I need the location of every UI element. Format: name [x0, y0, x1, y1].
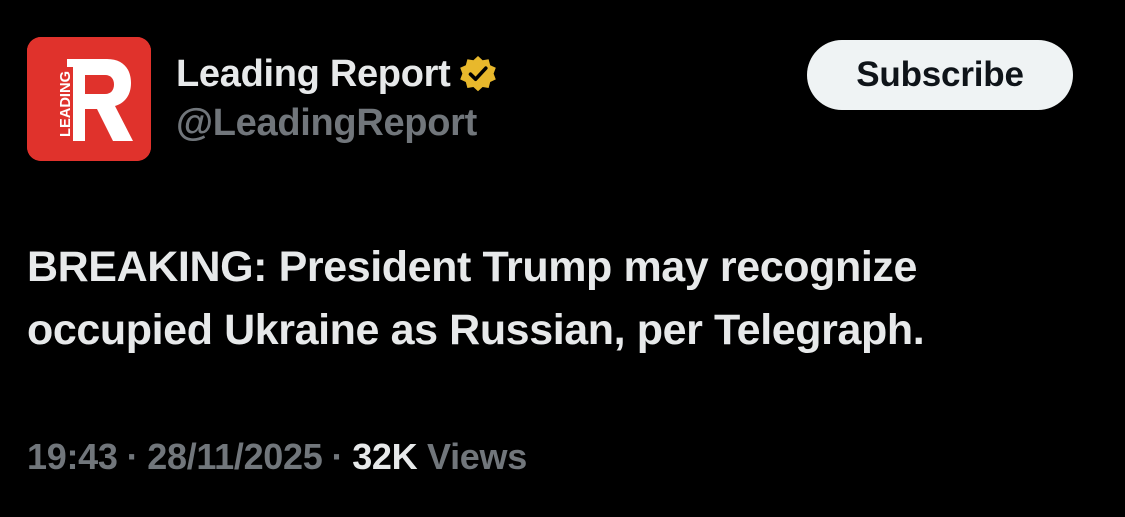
tweet-date[interactable]: 28/11/2025 — [147, 436, 323, 477]
meta-separator: · — [126, 436, 139, 477]
meta-separator: · — [331, 436, 344, 477]
views-label: Views — [427, 436, 527, 477]
avatar[interactable]: LEADING — [27, 37, 151, 161]
name-row: Leading Report — [176, 50, 498, 98]
tweet-time[interactable]: 19:43 — [27, 436, 118, 477]
tweet-text: BREAKING: President Trump may recognize … — [27, 243, 925, 354]
avatar-logo-text: LEADING — [57, 71, 74, 137]
display-name[interactable]: Leading Report — [176, 53, 451, 96]
account-handle[interactable]: @LeadingReport — [176, 102, 477, 145]
tweet-meta: 19:43 · 28/11/2025 · 32K Views — [27, 436, 527, 478]
tweet-card: LEADING Leading Report @LeadingReport Su… — [0, 0, 1125, 517]
views-count[interactable]: 32K — [352, 436, 417, 477]
leading-report-logo-icon: LEADING — [27, 37, 151, 161]
verified-badge-icon[interactable] — [458, 54, 498, 94]
subscribe-button[interactable]: Subscribe — [807, 40, 1073, 110]
